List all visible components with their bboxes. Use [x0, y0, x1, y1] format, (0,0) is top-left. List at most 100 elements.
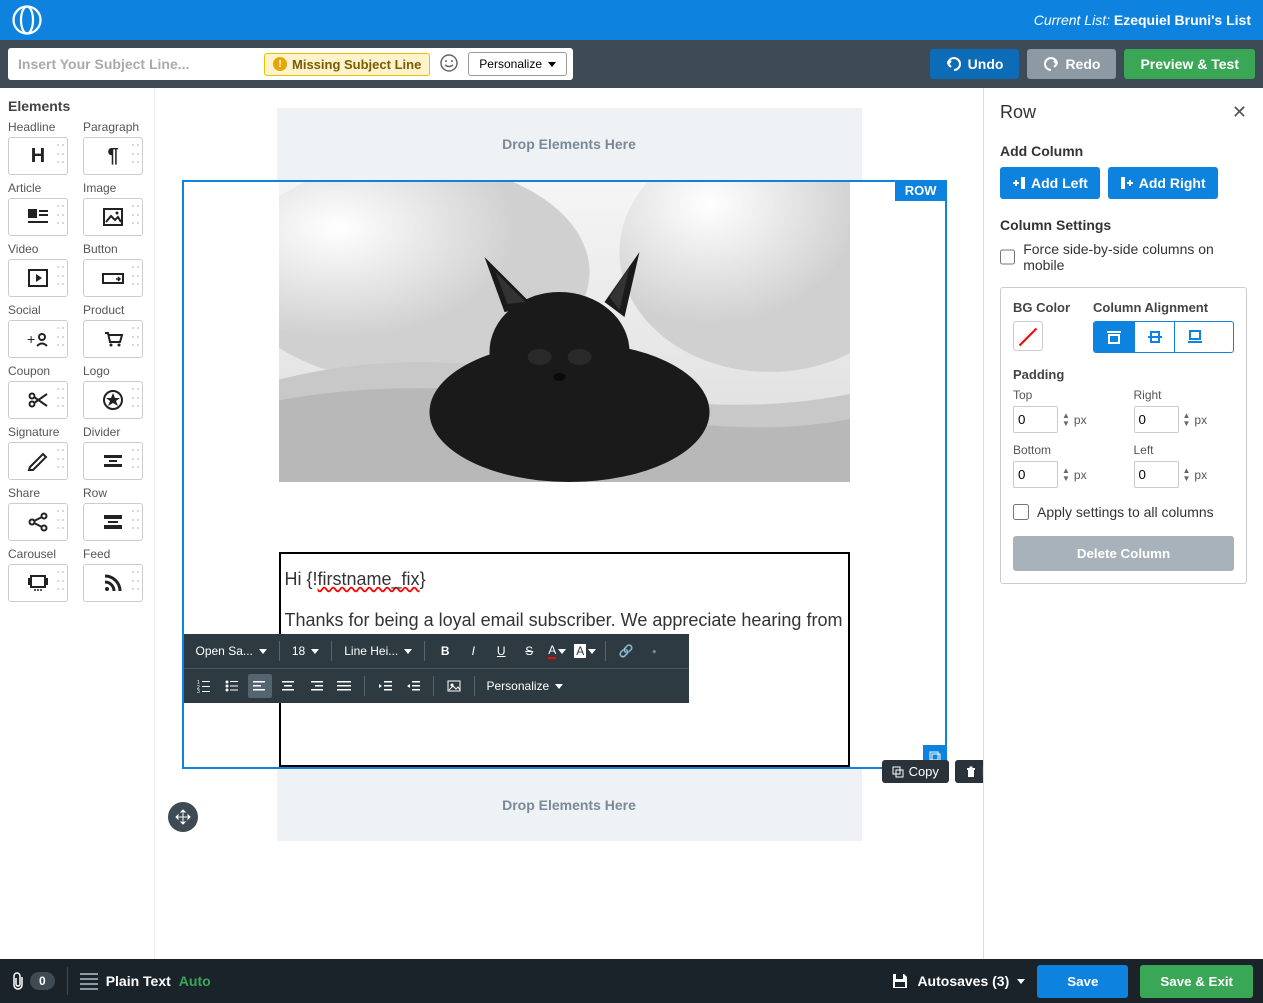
plain-text-toggle[interactable]: Plain Text Auto — [80, 973, 211, 990]
align-top-button[interactable] — [1094, 322, 1134, 352]
strike-button[interactable]: S — [517, 639, 541, 663]
element-tile-feed[interactable] — [83, 564, 143, 602]
element-label: Carousel — [8, 547, 71, 561]
align-right-button[interactable] — [304, 674, 328, 698]
line-height-select[interactable]: Line Hei... — [340, 642, 416, 660]
bottom-bar: 0 Plain Text Auto Autosaves (3) Save Sav… — [0, 959, 1263, 1003]
redo-icon — [1043, 57, 1059, 71]
pad-top-input[interactable] — [1013, 406, 1058, 433]
rich-text-toolbar: Open Sa... 18 Line Hei... B I U S A A — [184, 634, 689, 703]
missing-subject-badge: !Missing Subject Line — [264, 53, 430, 76]
link-button[interactable]: 🔗 — [614, 639, 638, 663]
save-exit-button[interactable]: Save & Exit — [1140, 965, 1253, 998]
element-tile-signature[interactable] — [8, 442, 68, 480]
underline-button[interactable]: U — [489, 639, 513, 663]
element-label: Button — [83, 242, 146, 256]
bold-button[interactable]: B — [433, 639, 457, 663]
save-button[interactable]: Save — [1037, 965, 1128, 998]
toolbar: !Missing Subject Line Personalize Undo R… — [0, 40, 1263, 88]
element-tile-headline[interactable]: H — [8, 137, 68, 175]
add-right-icon — [1120, 176, 1134, 190]
element-label: Article — [8, 181, 71, 195]
pad-left-input[interactable] — [1134, 461, 1179, 488]
add-left-button[interactable]: Add Left — [1000, 167, 1100, 199]
add-column-label: Add Column — [1000, 143, 1247, 159]
outdent-button[interactable] — [373, 674, 397, 698]
svg-text:+: + — [27, 331, 35, 347]
add-right-button[interactable]: Add Right — [1108, 167, 1218, 199]
indent-button[interactable] — [401, 674, 425, 698]
align-center-button[interactable] — [276, 674, 300, 698]
element-tile-video[interactable] — [8, 259, 68, 297]
align-bottom-button[interactable] — [1174, 322, 1214, 352]
font-family-select[interactable]: Open Sa... — [192, 642, 271, 660]
logo[interactable] — [12, 5, 42, 35]
apply-all-checkbox[interactable] — [1013, 504, 1029, 520]
subject-input[interactable] — [14, 52, 256, 76]
element-tile-paragraph[interactable]: ¶ — [83, 137, 143, 175]
column-settings-label: Column Settings — [1000, 217, 1247, 233]
element-label: Product — [83, 303, 146, 317]
element-tile-carousel[interactable] — [8, 564, 68, 602]
undo-button[interactable]: Undo — [930, 49, 1020, 79]
pad-bottom-input[interactable] — [1013, 461, 1058, 488]
canvas[interactable]: Drop Elements Here ROW — [155, 88, 983, 959]
element-tile-row[interactable] — [83, 503, 143, 541]
autosaves-dropdown[interactable]: Autosaves (3) — [891, 972, 1025, 990]
font-size-select[interactable]: 18 — [288, 642, 323, 660]
drop-zone-top[interactable]: Drop Elements Here — [277, 108, 862, 180]
unlink-button[interactable]: ⬩ — [642, 639, 666, 663]
save-icon — [891, 972, 909, 990]
bg-color-swatch[interactable] — [1013, 321, 1043, 351]
align-left-button[interactable] — [248, 674, 272, 698]
element-label: Social — [8, 303, 71, 317]
element-label: Coupon — [8, 364, 71, 378]
workspace: Elements Headline H Paragraph ¶ Article … — [0, 88, 1263, 959]
text-color-button[interactable]: A — [545, 639, 569, 663]
current-list: Current List: Ezequiel Bruni's List — [1034, 12, 1251, 28]
element-label: Feed — [83, 547, 146, 561]
delete-button[interactable]: Delete — [955, 760, 983, 783]
element-label: Paragraph — [83, 120, 146, 134]
element-tile-button[interactable] — [83, 259, 143, 297]
unordered-list-button[interactable] — [220, 674, 244, 698]
element-tile-social[interactable]: + — [8, 320, 68, 358]
preview-test-button[interactable]: Preview & Test — [1124, 49, 1255, 79]
elements-panel: Elements Headline H Paragraph ¶ Article … — [0, 88, 155, 959]
highlight-button[interactable]: A — [573, 639, 597, 663]
delete-column-button[interactable]: Delete Column — [1013, 536, 1234, 571]
element-tile-image[interactable] — [83, 198, 143, 236]
row-actions: Copy Delete — [882, 760, 983, 783]
close-icon[interactable]: ✕ — [1232, 102, 1247, 123]
align-justify-button[interactable] — [332, 674, 356, 698]
element-tile-divider[interactable] — [83, 442, 143, 480]
attachment-count[interactable]: 0 — [10, 972, 55, 990]
row-element[interactable]: ROW — [182, 180, 947, 769]
elements-title: Elements — [8, 98, 146, 114]
redo-button[interactable]: Redo — [1027, 49, 1116, 79]
element-tile-product[interactable] — [83, 320, 143, 358]
italic-button[interactable]: I — [461, 639, 485, 663]
row-tag: ROW — [895, 180, 947, 201]
hamburger-icon — [80, 973, 98, 990]
add-left-icon — [1012, 176, 1026, 190]
element-label: Divider — [83, 425, 146, 439]
element-label: Row — [83, 486, 146, 500]
insert-image-button[interactable] — [442, 674, 466, 698]
cat-image[interactable] — [279, 182, 850, 482]
emoji-button[interactable] — [438, 53, 460, 75]
personalize-button[interactable]: Personalize — [468, 52, 567, 76]
ordered-list-button[interactable]: 123 — [192, 674, 216, 698]
copy-button[interactable]: Copy — [882, 760, 949, 783]
pad-right-input[interactable] — [1134, 406, 1179, 433]
drop-zone-bottom[interactable]: Drop Elements Here — [277, 769, 862, 841]
element-tile-share[interactable] — [8, 503, 68, 541]
element-tile-logo[interactable] — [83, 381, 143, 419]
element-tile-article[interactable] — [8, 198, 68, 236]
personalize-dropdown[interactable]: Personalize — [483, 677, 568, 695]
force-sbs-label: Force side-by-side columns on mobile — [1023, 241, 1247, 273]
element-tile-coupon[interactable] — [8, 381, 68, 419]
align-middle-button[interactable] — [1134, 322, 1174, 352]
force-sbs-checkbox[interactable] — [1000, 249, 1015, 265]
move-handle[interactable] — [168, 802, 198, 832]
